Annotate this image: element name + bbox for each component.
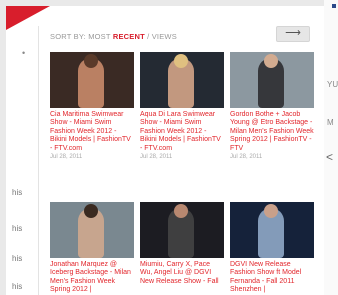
video-card[interactable]: Cia Maritima Swimwear Show - Miami Swim … xyxy=(50,52,134,160)
sort-recent-link[interactable]: RECENT xyxy=(113,32,145,41)
video-card[interactable]: Miumiu, Carry X, Pace Wu, Angel Liu @ DG… xyxy=(140,202,224,287)
video-date: Jul 28, 2011 xyxy=(140,154,173,161)
video-thumbnail[interactable] xyxy=(140,52,224,108)
right-label: YU xyxy=(327,80,338,89)
right-sidebar: YU M < xyxy=(324,0,338,295)
video-title-link[interactable]: Aqua Di Lara Swimwear Show - Miami Swim … xyxy=(140,111,224,153)
sort-prefix: SORT BY: MOST xyxy=(50,32,113,41)
video-title-link[interactable]: Miumiu, Carry X, Pace Wu, Angel Liu @ DG… xyxy=(140,261,224,286)
video-panel: • his his his his SORT BY: MOST RECENT /… xyxy=(6,6,330,295)
sidebar-item[interactable]: his xyxy=(12,282,22,291)
next-page-button[interactable]: ⟶ xyxy=(276,26,310,42)
video-thumbnail[interactable] xyxy=(50,202,134,258)
video-title-link[interactable]: Cia Maritima Swimwear Show - Miami Swim … xyxy=(50,111,134,153)
sidebar-item[interactable]: his xyxy=(12,224,22,233)
video-card[interactable]: DGVI New Release Fashion Show ft Model F… xyxy=(230,202,314,295)
video-thumbnail[interactable] xyxy=(230,202,314,258)
video-card[interactable]: Gordon Bothe + Jacob Young @ Etro Backst… xyxy=(230,52,314,160)
arrow-right-icon: ⟶ xyxy=(285,27,301,39)
sort-separator: / xyxy=(144,32,152,41)
bullet-icon: • xyxy=(22,48,26,58)
video-title-link[interactable]: Gordon Bothe + Jacob Young @ Etro Backst… xyxy=(230,111,314,153)
video-thumbnail[interactable] xyxy=(50,52,134,108)
sidebar-item[interactable]: his xyxy=(12,188,22,197)
video-thumbnail[interactable] xyxy=(140,202,224,258)
video-thumbnail[interactable] xyxy=(230,52,314,108)
video-title-link[interactable]: DGVI New Release Fashion Show ft Model F… xyxy=(230,261,314,295)
video-card[interactable]: Jonathan Marquez @ Iceberg Backstage - M… xyxy=(50,202,134,295)
video-date: Jul 28, 2011 xyxy=(50,154,83,161)
sidebar-item[interactable]: his xyxy=(12,254,22,263)
facebook-icon[interactable] xyxy=(332,4,336,8)
right-label: M xyxy=(327,118,334,127)
sort-bar: SORT BY: MOST RECENT / VIEWS xyxy=(50,32,177,41)
video-date: Jul 28, 2011 xyxy=(230,154,263,161)
video-title-link[interactable]: Jonathan Marquez @ Iceberg Backstage - M… xyxy=(50,261,134,295)
video-card[interactable]: Aqua Di Lara Swimwear Show - Miami Swim … xyxy=(140,52,224,160)
chevron-left-icon[interactable]: < xyxy=(326,150,333,164)
left-sidebar: • his his his his xyxy=(6,26,39,295)
sort-views-link[interactable]: VIEWS xyxy=(152,32,177,41)
